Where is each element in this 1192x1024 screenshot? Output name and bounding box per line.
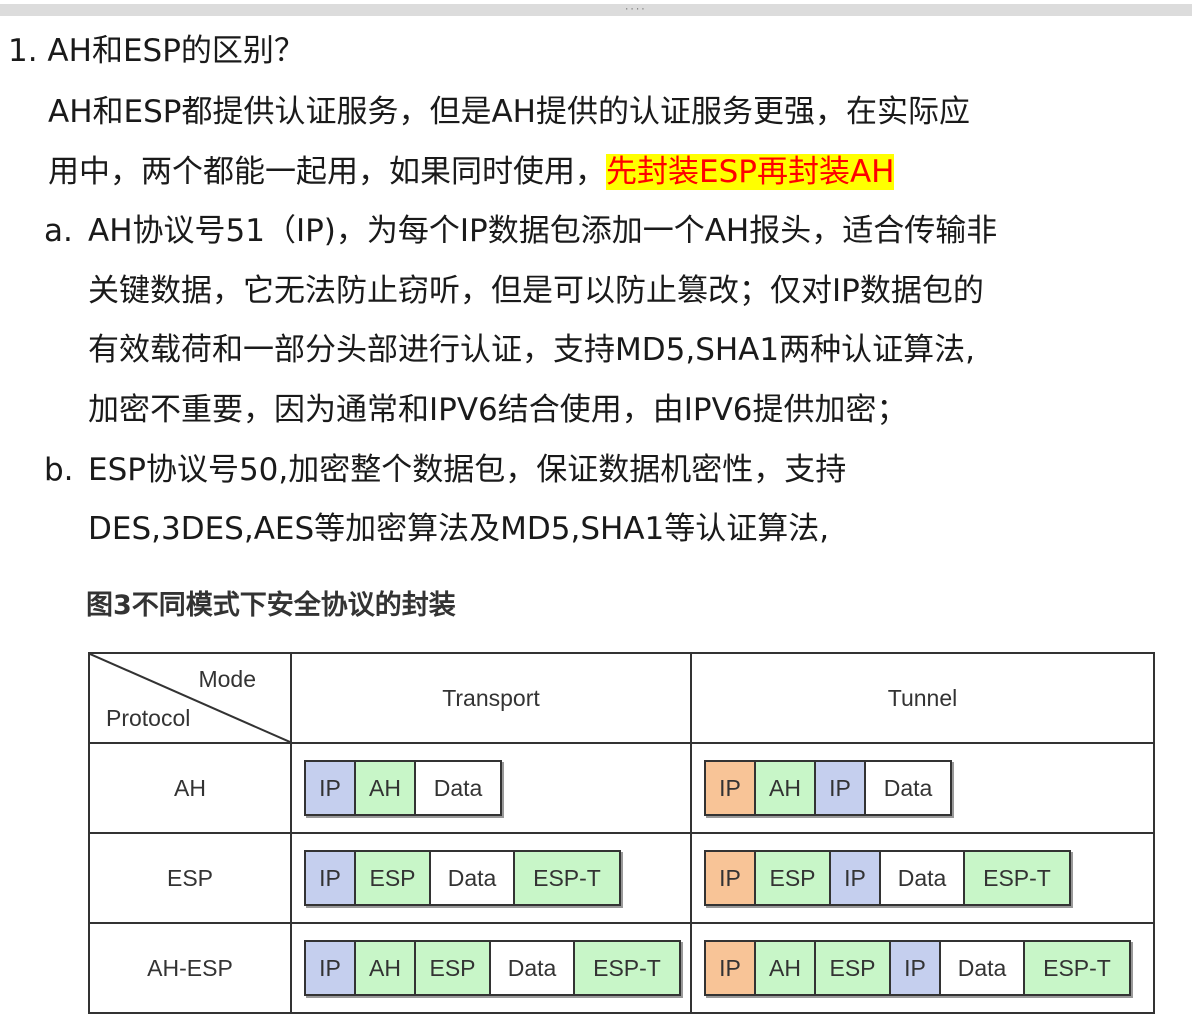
corner-protocol-label: Protocol xyxy=(106,705,191,731)
tunnel-cell: IP ESP IP Data ESP-T xyxy=(690,832,1155,924)
table-row: ESP IP ESP Data ESP-T IP ESP IP Data ESP-T xyxy=(88,832,1155,924)
packet-diagram: IP AH ESP IP Data ESP-T xyxy=(704,940,1131,996)
packet-segment-ip: IP xyxy=(306,762,356,814)
packet-segment-ip: IP xyxy=(306,942,356,994)
section-heading: 1. AH和ESP的区别？ xyxy=(8,33,305,69)
header-tunnel: Tunnel xyxy=(690,652,1155,744)
packet-diagram: IP AH IP Data xyxy=(704,760,952,816)
packet-segment-data: Data xyxy=(881,852,965,904)
packet-segment-ip: IP xyxy=(706,762,756,814)
table-row: AH-ESP IP AH ESP Data ESP-T IP AH ESP IP Data ESP… xyxy=(88,922,1155,1014)
list-marker-b: b. xyxy=(44,452,74,488)
packet-segment-ip: IP xyxy=(891,942,941,994)
item-b-line-1: ESP协议号50,加密整个数据包，保证数据机密性，支持 xyxy=(88,452,847,488)
item-a-line-2: 关键数据，它无法防止窃听，但是可以防止篡改；仅对IP数据包的 xyxy=(88,273,984,309)
packet-segment-data: Data xyxy=(491,942,575,994)
packet-segment-data: Data xyxy=(416,762,500,814)
item-a-line-1: AH协议号51（IP)，为每个IP数据包添加一个AH报头，适合传输非 xyxy=(88,213,998,249)
packet-segment-ip: IP xyxy=(831,852,881,904)
corner-header-cell: Mode Protocol xyxy=(88,652,292,744)
packet-segment-data: Data xyxy=(941,942,1025,994)
tunnel-cell: IP AH IP Data xyxy=(690,742,1155,834)
transport-cell: IP ESP Data ESP-T xyxy=(290,832,692,924)
packet-segment-ip: IP xyxy=(816,762,866,814)
item-a-line-3: 有效载荷和一部分头部进行认证，支持MD5,SHA1两种认证算法, xyxy=(88,332,975,368)
packet-diagram: IP AH Data xyxy=(304,760,502,816)
packet-segment-data: Data xyxy=(866,762,950,814)
protocol-cell: AH xyxy=(88,742,292,834)
packet-segment-ip: IP xyxy=(706,942,756,994)
list-marker-a: a. xyxy=(44,213,73,249)
transport-cell: IP AH Data xyxy=(290,742,692,834)
protocol-cell: AH-ESP xyxy=(88,922,292,1014)
packet-segment-ah: AH xyxy=(756,762,816,814)
transport-cell: IP AH ESP Data ESP-T xyxy=(290,922,692,1014)
table-row: AH IP AH Data IP AH IP Data xyxy=(88,742,1155,834)
packet-segment-ah: AH xyxy=(756,942,816,994)
packet-segment-esp: ESP xyxy=(416,942,491,994)
intro-line-2: 用中，两个都能一起用，如果同时使用，先封装ESP再封装AH xyxy=(48,152,895,192)
packet-diagram: IP ESP IP Data ESP-T xyxy=(704,850,1071,906)
corner-mode-label: Mode xyxy=(198,666,256,692)
packet-segment-ah: AH xyxy=(356,762,416,814)
encapsulation-table: Mode Protocol Transport Tunnel AH IP AH Da… xyxy=(88,652,1155,1014)
header-transport: Transport xyxy=(290,652,692,744)
figure-caption: 图3不同模式下安全协议的封装 xyxy=(86,590,456,621)
packet-segment-esp: ESP xyxy=(816,942,891,994)
packet-segment-data: Data xyxy=(431,852,515,904)
protocol-cell: ESP xyxy=(88,832,292,924)
packet-segment-esp-t: ESP-T xyxy=(515,852,619,904)
packet-diagram: IP AH ESP Data ESP-T xyxy=(304,940,681,996)
packet-segment-esp-t: ESP-T xyxy=(965,852,1069,904)
item-a-line-4: 加密不重要，因为通常和IPV6结合使用，由IPV6提供加密； xyxy=(88,392,908,428)
packet-diagram: IP ESP Data ESP-T xyxy=(304,850,621,906)
intro-line-2-text: 用中，两个都能一起用，如果同时使用， xyxy=(48,154,606,190)
drag-grip-icon[interactable]: ···· xyxy=(624,6,646,15)
item-b-line-2: DES,3DES,AES等加密算法及MD5,SHA1等认证算法, xyxy=(88,511,830,547)
packet-segment-ip: IP xyxy=(306,852,356,904)
highlighted-note: 先封装ESP再封装AH xyxy=(606,154,895,190)
intro-line-1: AH和ESP都提供认证服务，但是AH提供的认证服务更强，在实际应 xyxy=(48,94,970,130)
resize-handle-bar[interactable]: ···· xyxy=(0,4,1192,16)
tunnel-cell: IP AH ESP IP Data ESP-T xyxy=(690,922,1155,1014)
packet-segment-ah: AH xyxy=(356,942,416,994)
table-header-row: Mode Protocol Transport Tunnel xyxy=(88,652,1155,744)
packet-segment-esp: ESP xyxy=(756,852,831,904)
packet-segment-ip: IP xyxy=(706,852,756,904)
packet-segment-esp: ESP xyxy=(356,852,431,904)
packet-segment-esp-t: ESP-T xyxy=(1025,942,1129,994)
packet-segment-esp-t: ESP-T xyxy=(575,942,679,994)
